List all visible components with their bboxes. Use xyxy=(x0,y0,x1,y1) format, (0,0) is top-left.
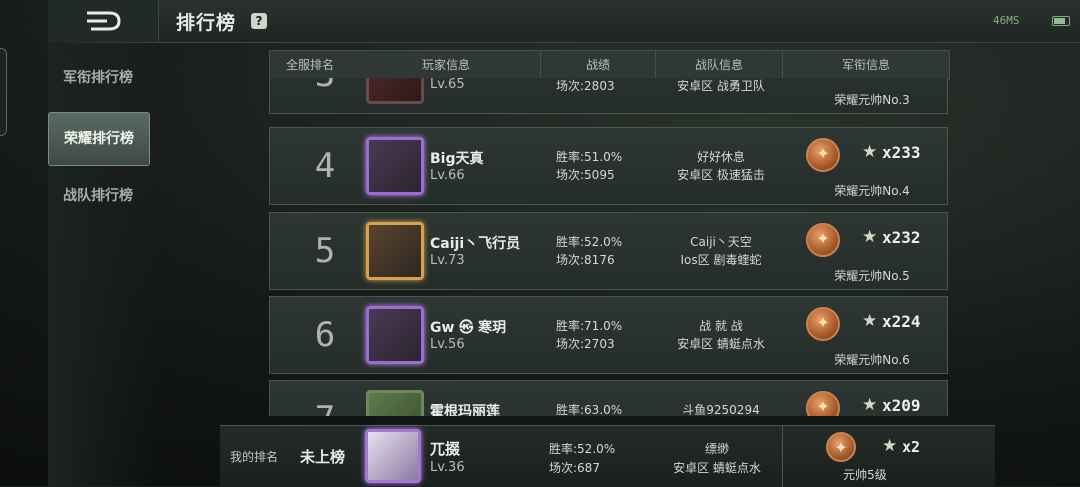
player-avatar[interactable] xyxy=(366,78,424,104)
military-rank: 荣耀元帅No.4 xyxy=(834,184,910,198)
star-icon: ★ xyxy=(882,436,898,456)
table-row[interactable]: 6 Gw ㉿ 寒玥 Lv.56 胜率:71.0% 场次:2703 战 就 战 安… xyxy=(269,296,948,374)
table-row[interactable]: 5 Caiji丶飞行员 Lv.73 胜率:52.0% 场次:8176 Caiji… xyxy=(269,212,948,290)
match-count: 场次:5095 xyxy=(556,168,615,182)
battery-icon xyxy=(1052,16,1070,26)
player-avatar[interactable] xyxy=(366,137,424,195)
team-server: Ios区 剧毒蝰蛇 xyxy=(680,253,762,267)
my-rank-bar: 我的排名 未上榜 兀掇 Lv.36 胜率:52.0% 场次:687 缥缈 安卓区… xyxy=(220,425,995,487)
my-avatar[interactable] xyxy=(365,429,421,483)
win-rate: 胜率:51.0% xyxy=(556,150,623,164)
my-rank-value: 未上榜 xyxy=(300,448,346,466)
table-row[interactable]: 3 Lv.65 场次:2803 安卓区 战勇卫队 荣耀元帅No.3 xyxy=(269,78,948,114)
match-count: 场次:2703 xyxy=(556,337,615,351)
sidebar-item-glory-rank[interactable]: 荣耀排行榜 xyxy=(48,112,150,166)
player-level: Lv.66 xyxy=(430,168,465,183)
col-military-info: 军衔信息 xyxy=(841,58,890,72)
win-rate: 胜率:63.0% xyxy=(556,403,623,416)
medal-icon xyxy=(826,432,856,462)
table-row[interactable]: 4 Big天真 Lv.66 胜率:51.0% 场次:5095 好好休息 安卓区 … xyxy=(269,127,948,205)
win-rate: 胜率:52.0% xyxy=(556,235,623,249)
col-team-info: 战队信息 xyxy=(694,58,743,72)
ping-indicator: 46MS xyxy=(993,14,1020,27)
player-level: Lv.56 xyxy=(430,337,465,352)
star-count: x233 xyxy=(882,143,921,162)
team-server: 安卓区 极速猛击 xyxy=(677,168,765,182)
ranking-list[interactable]: 3 Lv.65 场次:2803 安卓区 战勇卫队 荣耀元帅No.3 4 Big天… xyxy=(269,78,948,416)
col-record: 战绩 xyxy=(585,58,610,72)
table-row[interactable]: 7 霍根玛丽莲 胜率:63.0% 斗鱼9250294 ★ x209 xyxy=(269,380,948,416)
medal-icon xyxy=(806,391,840,416)
medal-icon xyxy=(806,138,840,172)
page-title: 排行榜 xyxy=(176,12,237,34)
screen-notch xyxy=(0,48,7,136)
team-name: 战 就 战 xyxy=(699,319,743,333)
medal-icon xyxy=(806,307,840,341)
back-icon xyxy=(87,11,121,31)
medal-icon xyxy=(806,223,840,257)
military-rank: 荣耀元帅No.3 xyxy=(834,93,910,107)
my-win-rate: 胜率:52.0% xyxy=(549,442,616,456)
player-name: Big天真 xyxy=(430,151,484,167)
player-name: 霍根玛丽莲 xyxy=(430,404,500,416)
my-player-level: Lv.36 xyxy=(430,460,465,475)
team-name: 好好休息 xyxy=(696,150,745,164)
rank-number: 7 xyxy=(300,399,350,416)
my-player-name: 兀掇 xyxy=(430,440,461,458)
my-match-count: 场次:687 xyxy=(549,461,600,475)
player-level: Lv.65 xyxy=(430,78,465,92)
my-star-count: x2 xyxy=(902,438,921,456)
rank-number: 5 xyxy=(314,231,336,271)
my-team-server: 安卓区 蜻蜓点水 xyxy=(673,461,761,475)
col-server-rank: 全服排名 xyxy=(285,58,334,72)
rank-number: 6 xyxy=(314,315,336,355)
military-rank: 荣耀元帅No.6 xyxy=(834,353,910,367)
star-icon: ★ xyxy=(862,311,878,331)
match-count: 场次:8176 xyxy=(556,253,615,267)
table-header: 全服排名 玩家信息 战绩 战队信息 军衔信息 xyxy=(269,50,950,80)
player-avatar[interactable] xyxy=(366,222,424,280)
star-icon: ★ xyxy=(862,142,878,162)
sidebar-item-team-rank[interactable]: 战队排行榜 xyxy=(48,170,148,222)
my-rank-label: 我的排名 xyxy=(230,450,279,464)
sidebar: 军衔排行榜 荣耀排行榜 战队排行榜 xyxy=(48,42,160,486)
player-name: Gw ㉿ 寒玥 xyxy=(430,320,507,336)
my-team-name: 缥缈 xyxy=(704,442,729,456)
player-name: Caiji丶飞行员 xyxy=(430,236,521,252)
help-button[interactable]: ? xyxy=(251,13,267,29)
team-server: 安卓区 战勇卫队 xyxy=(677,79,765,93)
rank-number: 4 xyxy=(314,146,336,186)
player-avatar[interactable] xyxy=(366,306,424,364)
back-button[interactable] xyxy=(48,0,159,42)
star-icon: ★ xyxy=(862,395,878,415)
player-level: Lv.73 xyxy=(430,253,465,268)
my-military-rank: 元帅5级 xyxy=(843,468,887,482)
sidebar-item-military-rank[interactable]: 军衔排行榜 xyxy=(48,52,148,104)
star-icon: ★ xyxy=(862,227,878,247)
rank-number: 3 xyxy=(300,78,350,95)
star-count: x224 xyxy=(882,312,921,331)
team-name: Caiji丶天空 xyxy=(690,235,752,249)
team-name: 斗鱼9250294 xyxy=(682,403,760,416)
team-server: 安卓区 蜻蜓点水 xyxy=(677,337,765,351)
win-rate: 胜率:71.0% xyxy=(556,319,623,333)
star-count: x209 xyxy=(882,396,921,415)
star-count: x232 xyxy=(882,228,921,247)
col-player-info: 玩家信息 xyxy=(421,58,470,72)
military-rank: 荣耀元帅No.5 xyxy=(834,269,910,283)
match-count: 场次:2803 xyxy=(556,79,615,93)
player-avatar[interactable] xyxy=(366,390,424,416)
